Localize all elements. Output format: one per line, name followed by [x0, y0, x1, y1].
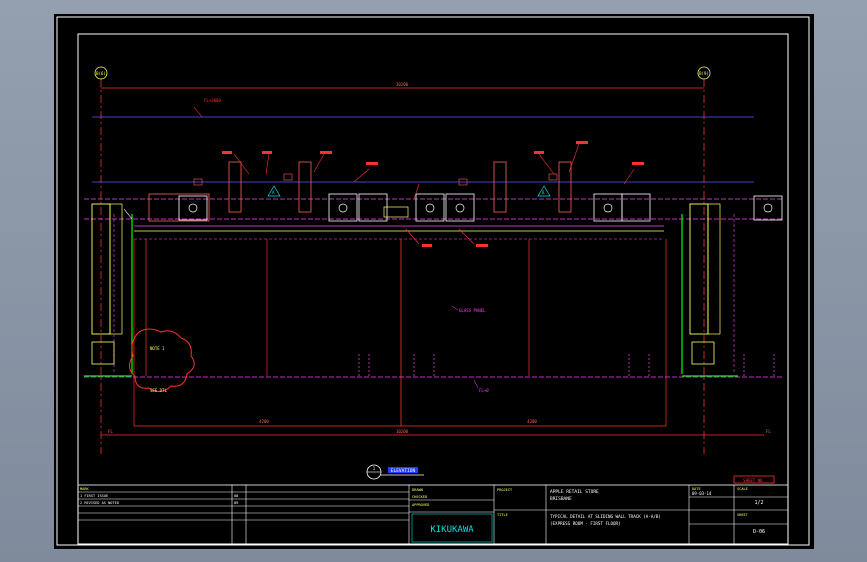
dim-text: 10200	[396, 429, 409, 434]
company-logo: KIKUKAWA	[430, 525, 474, 535]
section-marker: 1 ELEVATION	[366, 464, 424, 480]
cad-viewport: B(6) B(9) 10200 FL+3000 A B NOTE 1 SEE D…	[0, 0, 867, 562]
track-beam	[84, 198, 784, 240]
outer-border	[56, 16, 810, 546]
section-number: 1	[373, 466, 376, 471]
tb-label: MARK	[80, 487, 89, 491]
drawing-subtitle: (EXPRESS ROOM - FIRST FLOOR)	[550, 521, 621, 526]
grid-bubble-label: B(9)	[699, 71, 709, 76]
tb-drawn: DRAWN	[412, 488, 423, 492]
project-name: APPLE RETAIL STORE	[550, 489, 599, 495]
tb-rev-row: 1 FIRST ISSUE	[80, 494, 108, 498]
sheet-value: D-06	[753, 529, 765, 535]
dim-text: 4200	[527, 419, 537, 424]
section-title: ELEVATION	[391, 468, 416, 474]
bottom-dimensions: 4200 4200 10200 FL FL	[101, 419, 771, 436]
revision-cloud	[129, 328, 195, 392]
tb-label: SHEET	[737, 513, 749, 517]
dim-text: 10200	[396, 82, 409, 87]
tb-checked: CHECKED	[412, 495, 427, 499]
red-stamp-text: SHEET NO.	[743, 478, 765, 483]
tb-rev-date: 08	[234, 494, 238, 498]
dim-text: FL	[766, 429, 771, 434]
tb-rev-row: 2 REVISED AS NOTED	[80, 501, 119, 505]
floor-note: FL+0	[479, 388, 489, 393]
tb-label: TITLE	[497, 513, 508, 517]
floor-marks	[358, 354, 775, 376]
cloud-note-2: SEE DTL	[150, 388, 167, 393]
cloud-note: NOTE 1	[150, 346, 165, 351]
tb-approved: APPROVED	[412, 503, 429, 507]
project-sub: BRISBANE	[550, 496, 572, 502]
cad-drawing: B(6) B(9) 10200 FL+3000 A B NOTE 1 SEE D…	[56, 16, 810, 546]
right-mullion	[681, 203, 738, 377]
top-dimension: 10200	[101, 82, 704, 89]
panel-lines	[133, 239, 667, 426]
hanger-brackets: A B	[148, 161, 783, 222]
dim-text: FL	[108, 429, 113, 434]
left-mullion	[84, 203, 133, 377]
grid-bubble-label: B(6)	[96, 71, 106, 76]
dim-text: 4200	[259, 419, 269, 424]
tb-rev-date: 09	[234, 501, 238, 505]
center-note: GLASS PANEL	[459, 308, 486, 313]
tb-label: PROJECT	[497, 488, 513, 492]
date-value: 09-03-14	[692, 491, 712, 496]
tag-label: A	[272, 190, 275, 195]
title-block: MARK 1 FIRST ISSUE 2 REVISED AS NOTED 08…	[77, 484, 789, 545]
tag-label: B	[542, 190, 545, 195]
grid-lines: B(6) B(9)	[94, 66, 711, 454]
drawing-sheet: B(6) B(9) 10200 FL+3000 A B NOTE 1 SEE D…	[54, 14, 814, 549]
tb-label: SCALE	[737, 487, 748, 491]
drawing-title: TYPICAL DETAIL AT SLIDING WALL TRACK (A-…	[550, 514, 661, 519]
scale-value: 1/2	[754, 500, 763, 506]
level-label: FL+3000	[204, 98, 221, 103]
